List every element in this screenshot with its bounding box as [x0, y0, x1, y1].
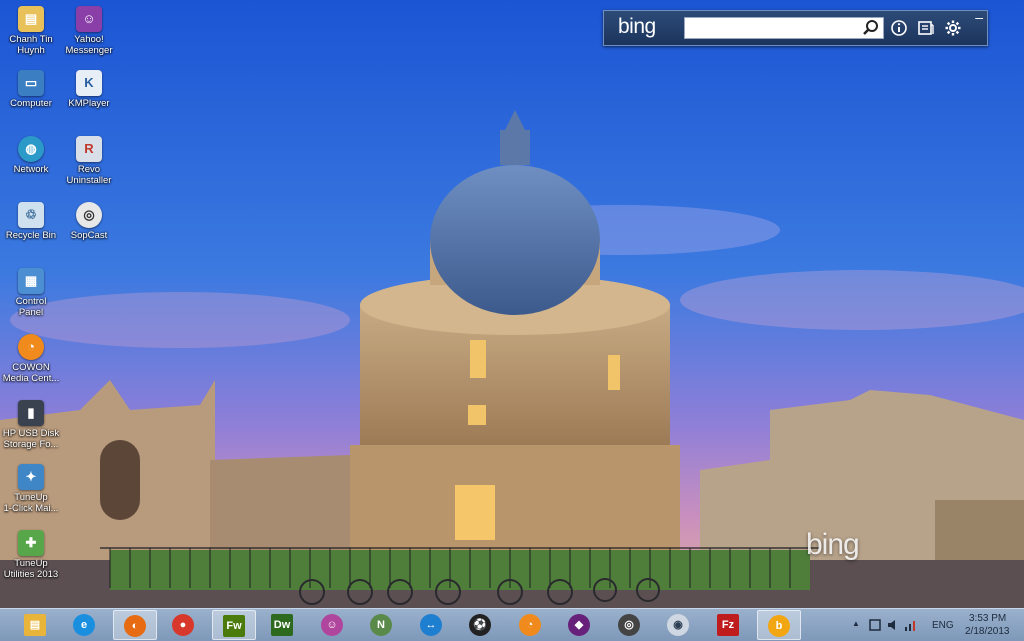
desktop-icon-tuneup-utilities[interactable]: ✚ TuneUp Utilities 2013 — [0, 530, 62, 580]
settings-button[interactable] — [943, 19, 963, 39]
tuneup-1click-icon: ✦ — [18, 464, 44, 490]
desktop-icon-revo-uninstaller[interactable]: R Revo Uninstaller — [58, 136, 120, 186]
taskbar-button-cowon[interactable]: ◔ — [509, 610, 553, 640]
yahoo-messenger-icon: ☺ — [76, 6, 102, 32]
bing-desktop-bar: bing – — [603, 9, 988, 46]
taskbar-button-sopcast[interactable]: ◎ — [608, 610, 652, 640]
network-icon: ◍ — [18, 136, 44, 162]
desktop-icon-label: KMPlayer — [68, 98, 110, 109]
desktop-icon-label: Chanh Tin Huynh — [9, 34, 53, 56]
clock-time[interactable]: 3:53 PM — [969, 613, 1006, 624]
cowon-icon: ◔ — [519, 614, 541, 636]
notepad-plus-plus-icon: N — [370, 614, 392, 636]
desktop-icon-label: TuneUp 1-Click Mai... — [3, 492, 59, 514]
network-status-icon[interactable] — [904, 618, 918, 632]
taskbar-button-media-player[interactable]: ⚽ — [459, 610, 503, 640]
system-tray: ▲ ENG 3:53 PM 2/18/2013 — [848, 609, 1024, 641]
desktop-icon-kmplayer[interactable]: K KMPlayer — [58, 70, 120, 109]
computer-icon: ▭ — [18, 70, 44, 96]
sopcast-icon: ◎ — [618, 614, 640, 636]
desktop-icon-label: Yahoo! Messenger — [65, 34, 113, 56]
desktop-icon-tuneup-1click[interactable]: ✦ TuneUp 1-Click Mai... — [0, 464, 62, 514]
desktop-icon-network[interactable]: ◍ Network — [0, 136, 62, 175]
desktop-icon-label: Recycle Bin — [5, 230, 57, 241]
news-icon — [918, 21, 934, 35]
desktop-icon-cowon-media-center[interactable]: ◔ COWON Media Cent... — [0, 334, 62, 384]
desktop-icon-control-panel[interactable]: ▦ Control Panel — [0, 268, 62, 318]
news-button[interactable] — [916, 19, 936, 39]
minimize-button[interactable]: – — [975, 9, 983, 25]
input-language-indicator[interactable]: ENG — [932, 620, 954, 631]
taskbar-button-visual-studio[interactable]: ◆ — [558, 610, 602, 640]
wallpaper — [0, 0, 1024, 608]
wireless-icon: ◉ — [667, 614, 689, 636]
info-icon — [891, 20, 907, 36]
bing-logo: bing — [618, 15, 656, 38]
desktop-icon-label: Network — [13, 164, 49, 175]
yahoo-messenger-icon: ☺ — [321, 614, 343, 636]
taskbar-button-wifi[interactable]: ◉ — [657, 610, 701, 640]
desktop-icon-label: HP USB Disk Storage Fo... — [2, 428, 60, 450]
desktop-icon-label: SopCast — [70, 230, 108, 241]
desktop-icon-computer[interactable]: ▭ Computer — [0, 70, 62, 109]
desktop-icon-yahoo-messenger[interactable]: ☺ Yahoo! Messenger — [58, 6, 120, 56]
taskbar-button-bing-desktop[interactable]: b — [757, 610, 801, 640]
bing-search-input[interactable] — [684, 17, 884, 39]
clock-date[interactable]: 2/18/2013 — [965, 626, 1010, 637]
desktop-icon-sopcast[interactable]: ◎ SopCast — [58, 202, 120, 241]
sopcast-icon: ◎ — [76, 202, 102, 228]
taskbar-button-chrome[interactable]: ● — [162, 610, 206, 640]
bing-icon: b — [768, 615, 790, 637]
internet-explorer-icon: e — [73, 614, 95, 636]
taskbar-button-firefox[interactable]: ◐ — [113, 610, 157, 640]
taskbar-button-fireworks[interactable]: Fw — [212, 610, 256, 640]
taskbar-button-yahoo-messenger[interactable]: ☺ — [311, 610, 355, 640]
taskbar-button-teamviewer[interactable]: ↔ — [410, 610, 454, 640]
user-folder-icon: ▤ — [18, 6, 44, 32]
recycle-bin-icon: ♲ — [18, 202, 44, 228]
kmplayer-icon: K — [76, 70, 102, 96]
chrome-icon: ● — [172, 614, 194, 636]
desktop-icon-label: Revo Uninstaller — [66, 164, 112, 186]
taskbar: ▤ e ◐ ● Fw Dw ☺ N ↔ ⚽ ◔ ◆ ◎ ◉ Fz b ▲ ENG 3:53 PM 2/18/2… — [0, 608, 1024, 641]
filezilla-icon: Fz — [717, 614, 739, 636]
revo-uninstaller-icon: R — [76, 136, 102, 162]
control-panel-icon: ▦ — [18, 268, 44, 294]
teamviewer-icon: ↔ — [420, 614, 442, 636]
soccer-ball-icon: ⚽ — [469, 614, 491, 636]
desktop-icon-chanh-tin-huynh[interactable]: ▤ Chanh Tin Huynh — [0, 6, 62, 56]
dreamweaver-icon: Dw — [271, 614, 293, 636]
desktop-icon-label: Control Panel — [15, 296, 47, 318]
desktop-icon-label: COWON Media Cent... — [2, 362, 60, 384]
taskbar-button-dreamweaver[interactable]: Dw — [261, 610, 305, 640]
desktop-icon-label: Computer — [10, 98, 52, 109]
desktop-icon-hp-usb-disk[interactable]: ▮ HP USB Disk Storage Fo... — [0, 400, 62, 450]
taskbar-button-internet-explorer[interactable]: e — [63, 610, 107, 640]
tuneup-utilities-icon: ✚ — [18, 530, 44, 556]
visual-studio-icon: ◆ — [568, 614, 590, 636]
bing-watermark: bing — [806, 528, 860, 561]
info-button[interactable] — [889, 19, 909, 39]
gear-icon — [945, 20, 961, 36]
taskbar-button-file-explorer[interactable]: ▤ — [14, 610, 58, 640]
show-hidden-icons-button[interactable]: ▲ — [852, 619, 860, 628]
taskbar-button-filezilla[interactable]: Fz — [707, 610, 751, 640]
desktop-icon-recycle-bin[interactable]: ♲ Recycle Bin — [0, 202, 62, 241]
desktop-icon-label: TuneUp Utilities 2013 — [3, 558, 59, 580]
volume-icon[interactable] — [886, 618, 900, 632]
folder-icon: ▤ — [24, 614, 46, 636]
hp-usb-disk-icon: ▮ — [18, 400, 44, 426]
action-center-icon[interactable] — [868, 618, 882, 632]
cowon-media-center-icon: ◔ — [18, 334, 44, 360]
search-button[interactable] — [860, 18, 882, 38]
firefox-icon: ◐ — [124, 615, 146, 637]
fireworks-icon: Fw — [223, 615, 245, 637]
taskbar-button-notepadpp[interactable]: N — [360, 610, 404, 640]
magnifier-icon — [863, 20, 878, 35]
